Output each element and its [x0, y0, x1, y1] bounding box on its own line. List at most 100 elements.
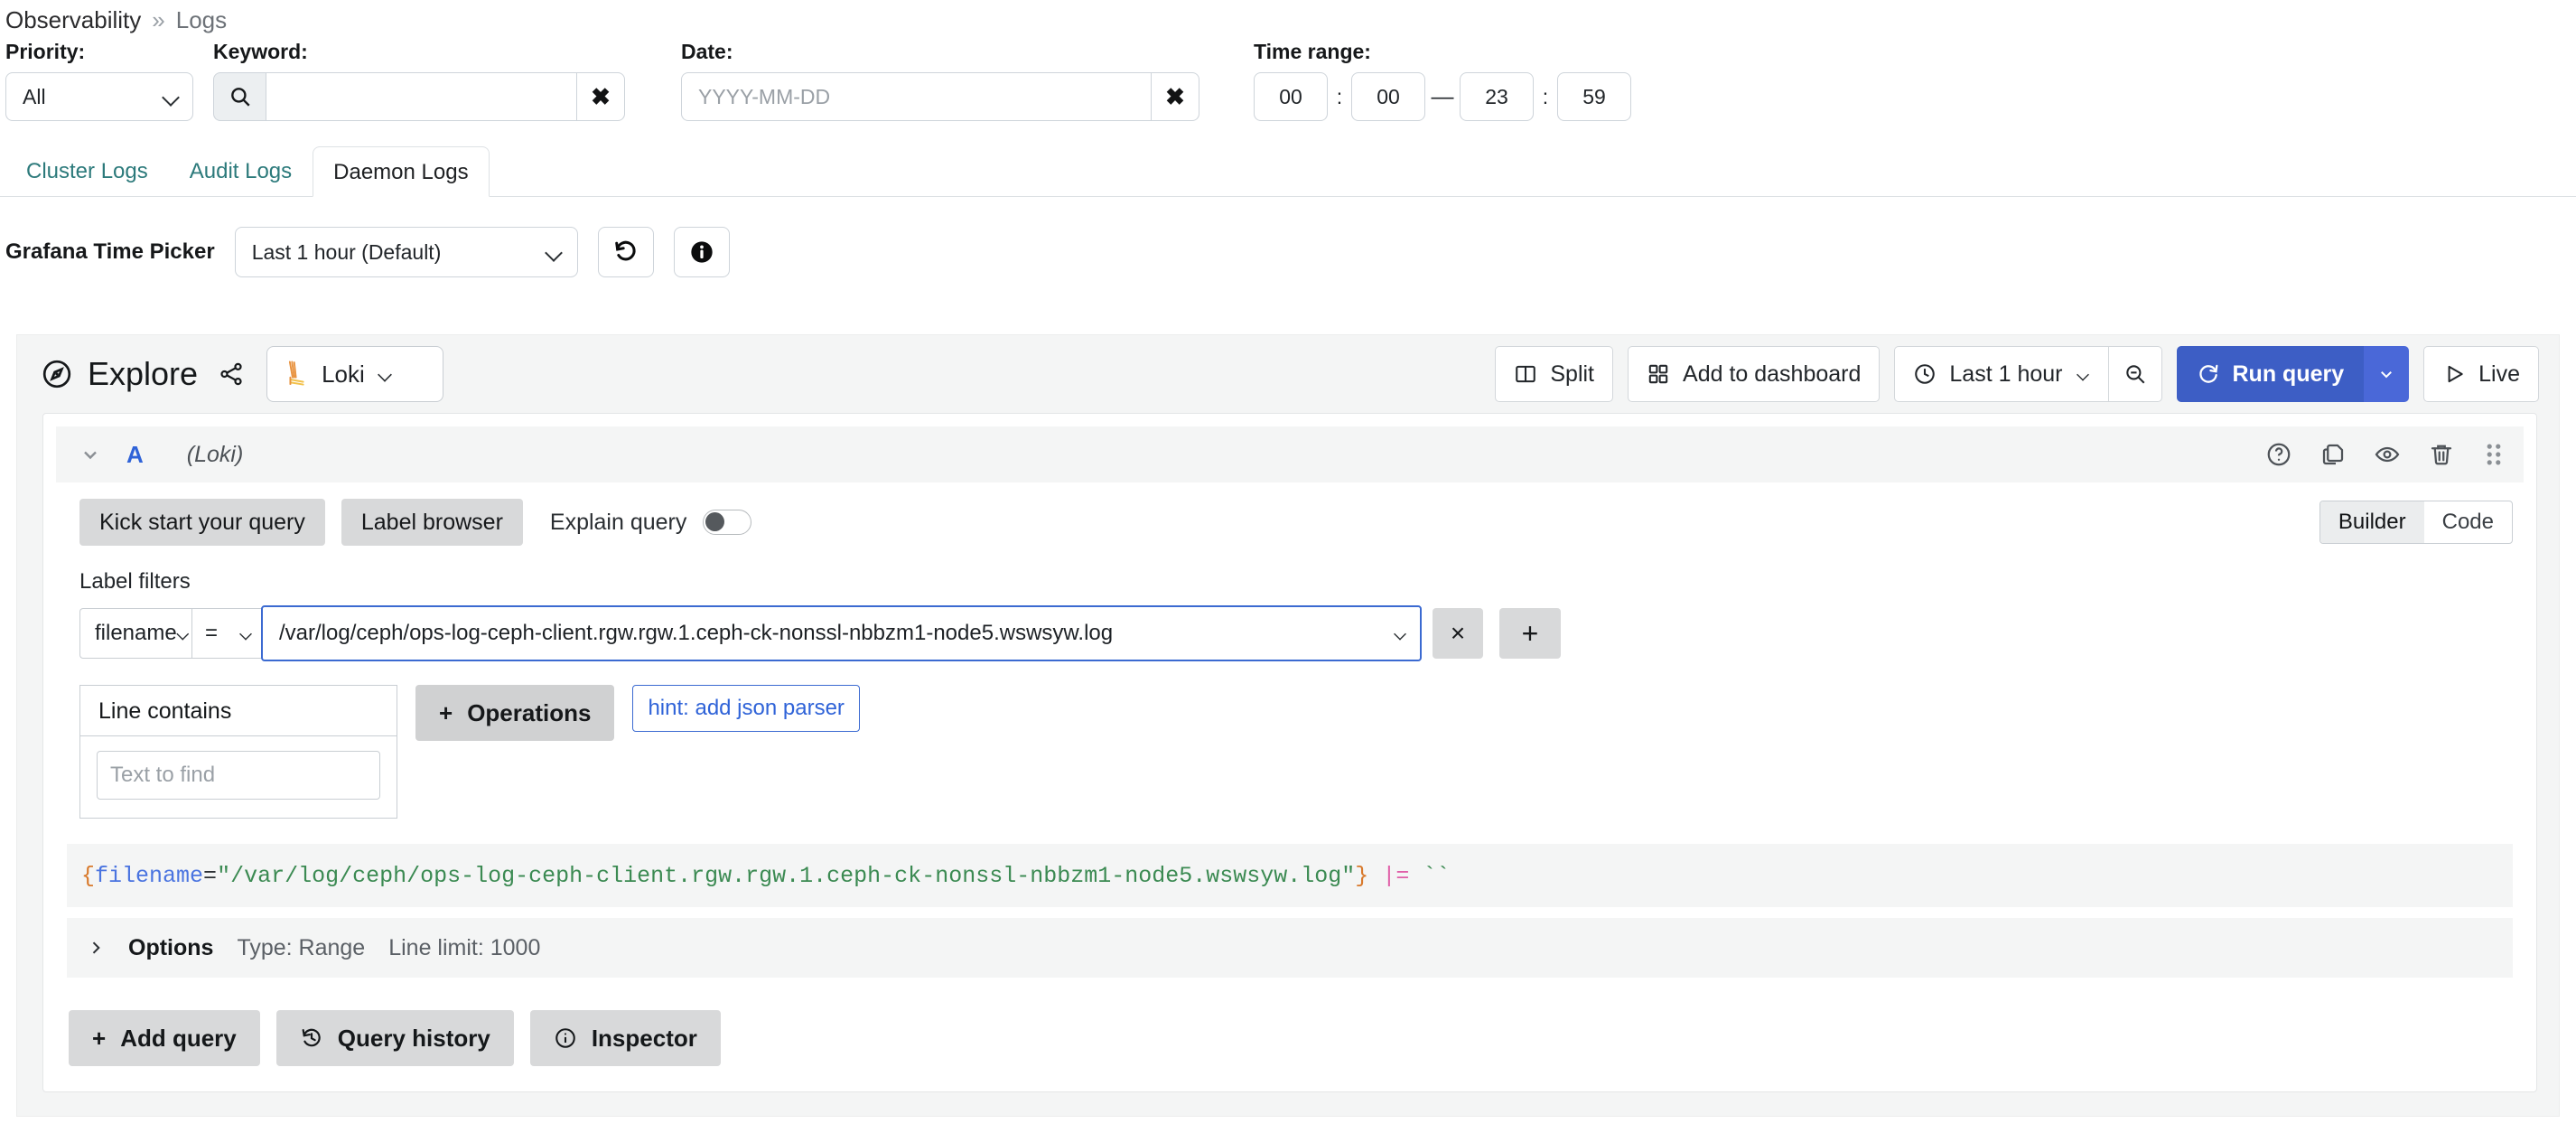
label-browser-button[interactable]: Label browser: [341, 499, 523, 546]
keyword-filter-group: Keyword: ✖: [193, 40, 625, 121]
live-label: Live: [2478, 360, 2520, 387]
query-backticks-token: ``: [1423, 862, 1451, 889]
collapse-caret-icon[interactable]: [79, 444, 103, 465]
run-query-button[interactable]: Run query: [2176, 346, 2365, 402]
query-builder-toolbar: Kick start your query Label browser Expl…: [43, 482, 2536, 546]
label-filter-key-select[interactable]: filename: [79, 608, 191, 659]
add-label-filter-button[interactable]: +: [1499, 608, 1561, 659]
info-icon[interactable]: [673, 227, 730, 277]
plus-icon: +: [92, 1024, 107, 1052]
query-history-label: Query history: [337, 1024, 490, 1052]
query-row-actions: [2265, 441, 2506, 468]
mode-builder-option[interactable]: Builder: [2319, 501, 2424, 543]
add-to-dashboard-label: Add to dashboard: [1683, 360, 1862, 387]
time-range-label: Time range:: [1254, 40, 1371, 63]
explore-header: Explore Loki Split Add to dashboard Last…: [17, 335, 2559, 413]
breadcrumb-separator-icon: »: [152, 5, 165, 33]
tab-audit-logs[interactable]: Audit Logs: [169, 145, 313, 196]
info-circle-icon: [554, 1026, 577, 1050]
page-title: Explore: [88, 355, 199, 392]
time-range-dash: —: [1431, 83, 1454, 109]
run-query-dropdown-button[interactable]: [2364, 346, 2410, 402]
keyword-input[interactable]: [266, 72, 576, 121]
split-label: Split: [1550, 360, 1595, 387]
priority-value: All: [23, 84, 46, 108]
explore-panel: Explore Loki Split Add to dashboard Last…: [16, 334, 2560, 1117]
history-icon: [300, 1026, 323, 1050]
clock-icon: [1913, 362, 1937, 386]
run-query-label: Run query: [2232, 360, 2345, 387]
hint-add-json-parser-button[interactable]: hint: add json parser: [632, 685, 860, 732]
chevron-down-icon: [2077, 369, 2087, 379]
add-operations-button[interactable]: + Operations: [415, 685, 615, 741]
datasource-picker[interactable]: Loki: [266, 346, 444, 402]
time-from-minute[interactable]: 00: [1351, 72, 1425, 121]
label-filter-value-select[interactable]: /var/log/ceph/ops-log-ceph-client.rgw.rg…: [261, 605, 1422, 661]
split-button[interactable]: Split: [1495, 346, 1614, 402]
query-preview: {filename = "/var/log/ceph/ops-log-ceph-cl…: [67, 844, 2513, 907]
breadcrumb-root[interactable]: Observability: [5, 6, 141, 34]
line-contains-input[interactable]: [97, 751, 380, 800]
remove-label-filter-button[interactable]: ×: [1433, 608, 1483, 659]
add-query-button[interactable]: + Add query: [69, 1010, 260, 1066]
time-range-picker-button[interactable]: Last 1 hour: [1894, 346, 2108, 402]
priority-filter-group: Priority: All: [5, 40, 193, 121]
date-input[interactable]: [681, 72, 1151, 121]
inspector-button[interactable]: Inspector: [529, 1010, 721, 1066]
filter-bar: Priority: All Keyword: ✖ Date: ✖ Time: [0, 31, 2576, 121]
query-open-brace: {: [81, 862, 96, 889]
search-icon: [213, 72, 266, 121]
trash-icon[interactable]: [2428, 441, 2455, 468]
keyword-clear-button[interactable]: ✖: [576, 72, 625, 121]
query-close-brace: }: [1355, 862, 1369, 889]
tab-cluster-logs[interactable]: Cluster Logs: [5, 145, 169, 196]
priority-select[interactable]: All: [5, 72, 193, 121]
query-history-button[interactable]: Query history: [275, 1010, 514, 1066]
options-type: Type: Range: [237, 934, 366, 960]
query-pipe-token: |=: [1382, 862, 1410, 889]
label-filter-operator-select[interactable]: =: [191, 608, 262, 659]
play-icon: [2442, 362, 2466, 386]
time-range-filter-group: Time range: 00 : 00 — 23 : 59: [1254, 40, 1631, 121]
reset-icon[interactable]: [597, 227, 654, 277]
zoom-out-icon[interactable]: [2107, 346, 2162, 402]
toggle-knob: [705, 512, 725, 531]
chevron-down-icon: [546, 245, 561, 259]
chevron-down-icon: [163, 89, 178, 104]
live-button[interactable]: Live: [2423, 346, 2539, 402]
add-query-label: Add query: [120, 1024, 237, 1052]
query-ref-id[interactable]: A: [126, 441, 144, 469]
share-icon[interactable]: [218, 360, 245, 388]
line-contains-title: Line contains: [80, 686, 397, 736]
query-datasource-note: (Loki): [186, 441, 244, 467]
log-tabs: Cluster Logs Audit Logs Daemon Logs: [0, 145, 2576, 197]
query-card-footer: + Add query Query history Inspector: [69, 1010, 721, 1066]
time-to-minute[interactable]: 59: [1557, 72, 1631, 121]
options-expand-icon: [87, 939, 105, 957]
operations-row: Line contains + Operations hint: add jso…: [43, 661, 2536, 819]
grafana-time-picker-select[interactable]: Last 1 hour (Default): [234, 227, 578, 277]
keyword-label: Keyword:: [213, 40, 308, 63]
help-icon[interactable]: [2265, 441, 2292, 468]
mode-code-option[interactable]: Code: [2424, 501, 2512, 543]
tab-daemon-logs[interactable]: Daemon Logs: [313, 146, 490, 197]
time-to-hour[interactable]: 23: [1460, 72, 1534, 121]
inspector-label: Inspector: [591, 1024, 697, 1052]
grafana-time-picker-label: Grafana Time Picker: [5, 239, 215, 264]
date-clear-button[interactable]: ✖: [1151, 72, 1199, 121]
operations-label: Operations: [467, 698, 592, 726]
copy-icon[interactable]: [2319, 441, 2347, 468]
kick-start-query-button[interactable]: Kick start your query: [79, 499, 325, 546]
explain-query-toggle[interactable]: [703, 510, 752, 535]
breadcrumb-leaf[interactable]: Logs: [176, 6, 227, 34]
line-contains-operation: Line contains: [79, 685, 397, 819]
drag-handle-icon[interactable]: [2482, 441, 2506, 468]
query-string-token: "/var/log/ceph/ops-log-ceph-client.rgw.r…: [217, 862, 1356, 889]
time-from-hour[interactable]: 00: [1254, 72, 1328, 121]
breadcrumb: Observability » Logs: [0, 0, 2576, 34]
time-range-label: Last 1 hour: [1949, 360, 2063, 387]
query-options-row[interactable]: Options Type: Range Line limit: 1000: [67, 918, 2513, 978]
eye-icon[interactable]: [2374, 441, 2401, 468]
add-to-dashboard-button[interactable]: Add to dashboard: [1628, 346, 1881, 402]
chevron-down-icon: [240, 628, 250, 638]
